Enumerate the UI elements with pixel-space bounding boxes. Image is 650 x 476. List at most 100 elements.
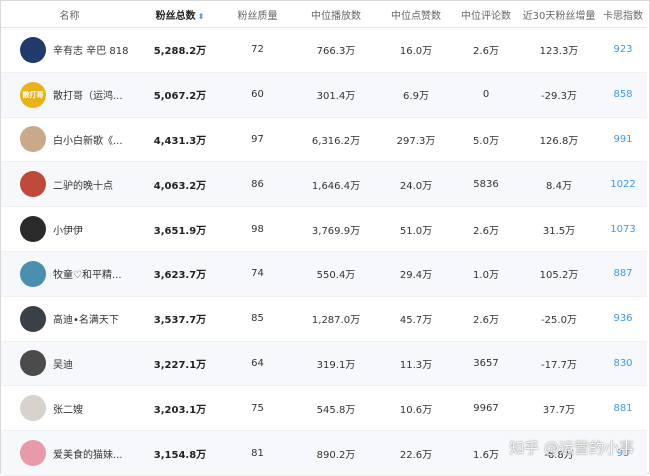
table-row[interactable]: 散打哥 散打哥（运鸿... 5,067.2万 60 301.4万 6.9万 0 -29.3万 8… <box>1 72 647 118</box>
name-cell[interactable]: 高迪•名满天下 <box>1 296 138 342</box>
growth-30d-cell: 37.7万 <box>519 385 599 432</box>
col-fans-total[interactable]: 粉丝总数 ⬍ <box>138 1 222 28</box>
account-name[interactable]: 散打哥（运鸿... <box>53 87 123 102</box>
kasi-index-cell[interactable]: 881 <box>599 385 647 432</box>
table-row[interactable]: 白小白新歌《... 4,431.3万 97 6,316.2万 297.3万 5.0万 126… <box>1 117 647 163</box>
account-info[interactable]: 辛有志 辛巴 818 <box>2 36 137 63</box>
median-likes-cell: 45.7万 <box>379 296 453 342</box>
table-row[interactable]: 张二嫂 3,203.1万 75 545.8万 10.6万 9967 37.7万 881 <box>1 385 647 432</box>
avatar[interactable] <box>20 350 46 377</box>
account-info[interactable]: 高迪•名满天下 <box>2 305 137 332</box>
avatar[interactable] <box>20 260 46 287</box>
median-likes-cell: 6.9万 <box>379 72 453 118</box>
fans-quality-cell: 74 <box>222 251 293 297</box>
sort-desc-icon[interactable]: ⬍ <box>198 12 205 21</box>
col-median-likes[interactable]: 中位点赞数 <box>379 1 453 28</box>
name-cell[interactable]: 白小白新歌《... <box>1 117 138 163</box>
fans-total-cell: 4,063.2万 <box>138 161 222 208</box>
fans-quality-cell: 72 <box>222 27 293 73</box>
median-comments-cell: 2.6万 <box>453 206 519 252</box>
table-row[interactable]: 二驴的晚十点 4,063.2万 86 1,646.4万 24.0万 5836 8.4万 102… <box>1 161 647 208</box>
col-kasi-index[interactable]: 卡思指数 <box>599 1 647 28</box>
median-comments-cell: 2.6万 <box>453 296 519 342</box>
median-plays-cell: 301.4万 <box>293 72 379 118</box>
avatar[interactable] <box>20 440 46 467</box>
account-info[interactable]: 白小白新歌《... <box>2 126 137 153</box>
name-cell[interactable]: 张二嫂 <box>1 385 138 432</box>
account-name[interactable]: 辛有志 辛巴 818 <box>53 42 128 57</box>
account-name[interactable]: 张二嫂 <box>53 401 83 416</box>
avatar[interactable] <box>20 395 46 422</box>
account-info[interactable]: 张二嫂 <box>2 395 137 422</box>
median-comments-cell: 1.0万 <box>453 251 519 297</box>
fans-total-cell: 5,067.2万 <box>138 72 222 118</box>
table-row[interactable]: 高迪•名满天下 3,537.7万 85 1,287.0万 45.7万 2.6万 -25.0万… <box>1 296 647 342</box>
account-name[interactable]: 爱美食的猫妹... <box>53 446 123 461</box>
name-cell[interactable]: 辛有志 辛巴 818 <box>1 27 138 73</box>
kasi-index-cell[interactable]: 1073 <box>599 206 647 252</box>
avatar[interactable]: 散打哥 <box>20 81 46 108</box>
table-row[interactable]: 辛有志 辛巴 818 5,288.2万 72 766.3万 16.0万 2.6万 123.3… <box>1 27 647 73</box>
avatar[interactable] <box>20 36 46 63</box>
table-row[interactable]: 吴迪 3,227.1万 64 319.1万 11.3万 3657 -17.7万 830 <box>1 341 647 387</box>
median-plays-cell: 6,316.2万 <box>293 117 379 163</box>
kasi-index-cell[interactable]: 936 <box>599 296 647 342</box>
kasi-index-cell[interactable]: 923 <box>599 27 647 73</box>
avatar[interactable] <box>20 126 46 153</box>
col-fans-quality[interactable]: 粉丝质量 <box>222 1 293 28</box>
fans-quality-cell: 86 <box>222 161 293 208</box>
account-info[interactable]: 散打哥 散打哥（运鸿... <box>2 81 137 108</box>
median-likes-cell: 29.4万 <box>379 251 453 297</box>
fans-quality-cell: 75 <box>222 385 293 432</box>
median-plays-cell: 319.1万 <box>293 341 379 387</box>
fans-quality-cell: 60 <box>222 72 293 118</box>
kasi-index-cell[interactable]: 830 <box>599 341 647 387</box>
account-name[interactable]: 二驴的晚十点 <box>53 177 113 192</box>
median-likes-cell: 10.6万 <box>379 385 453 432</box>
median-likes-cell: 297.3万 <box>379 117 453 163</box>
median-comments-cell: 0 <box>453 72 519 118</box>
account-info[interactable]: 牧童♡和平精... <box>2 260 137 287</box>
kasi-index-cell[interactable]: 887 <box>599 251 647 297</box>
watermark: 知乎 @运营的小事 <box>509 439 634 457</box>
account-info[interactable]: 小伊伊 <box>2 216 137 243</box>
name-cell[interactable]: 小伊伊 <box>1 206 138 252</box>
kasi-index-cell[interactable]: 991 <box>599 117 647 163</box>
account-name[interactable]: 吴迪 <box>53 356 73 371</box>
kasi-index-cell[interactable]: 1022 <box>599 161 647 208</box>
account-name[interactable]: 牧童♡和平精... <box>53 266 122 281</box>
col-fans-total-label: 粉丝总数 <box>155 10 196 22</box>
col-median-plays[interactable]: 中位播放数 <box>293 1 379 28</box>
median-likes-cell: 24.0万 <box>379 161 453 208</box>
median-plays-cell: 766.3万 <box>293 27 379 73</box>
median-comments-cell: 3657 <box>453 341 519 387</box>
account-name[interactable]: 白小白新歌《... <box>53 132 123 147</box>
name-cell[interactable]: 爱美食的猫妹... <box>1 430 138 476</box>
fans-total-cell: 3,203.1万 <box>138 385 222 432</box>
fans-total-cell: 3,651.9万 <box>138 206 222 252</box>
avatar[interactable] <box>20 171 46 198</box>
col-name[interactable]: 名称 <box>1 1 138 28</box>
avatar[interactable] <box>20 216 46 243</box>
fans-total-cell: 3,227.1万 <box>138 341 222 387</box>
account-info[interactable]: 二驴的晚十点 <box>2 171 137 198</box>
account-info[interactable]: 吴迪 <box>2 350 137 377</box>
name-cell[interactable]: 牧童♡和平精... <box>1 251 138 297</box>
kasi-index-cell[interactable]: 858 <box>599 72 647 118</box>
table-row[interactable]: 牧童♡和平精... 3,623.7万 74 550.4万 29.4万 1.0万 105.2万… <box>1 251 647 297</box>
median-comments-cell: 5836 <box>453 161 519 208</box>
col-median-comments[interactable]: 中位评论数 <box>453 1 519 28</box>
fans-total-cell: 3,154.8万 <box>138 430 222 476</box>
fans-total-cell: 3,623.7万 <box>138 251 222 297</box>
table-row[interactable]: 小伊伊 3,651.9万 98 3,769.9万 51.0万 2.6万 31.5万 1073 <box>1 206 647 252</box>
account-name[interactable]: 小伊伊 <box>53 222 83 237</box>
name-cell[interactable]: 吴迪 <box>1 341 138 387</box>
name-cell[interactable]: 二驴的晚十点 <box>1 161 138 208</box>
fans-total-cell: 3,537.7万 <box>138 296 222 342</box>
growth-30d-cell: 31.5万 <box>519 206 599 252</box>
col-growth-30d[interactable]: 近30天粉丝增量 <box>519 1 599 28</box>
avatar[interactable] <box>20 305 46 332</box>
account-name[interactable]: 高迪•名满天下 <box>53 311 119 326</box>
account-info[interactable]: 爱美食的猫妹... <box>2 440 137 467</box>
name-cell[interactable]: 散打哥 散打哥（运鸿... <box>1 72 138 118</box>
